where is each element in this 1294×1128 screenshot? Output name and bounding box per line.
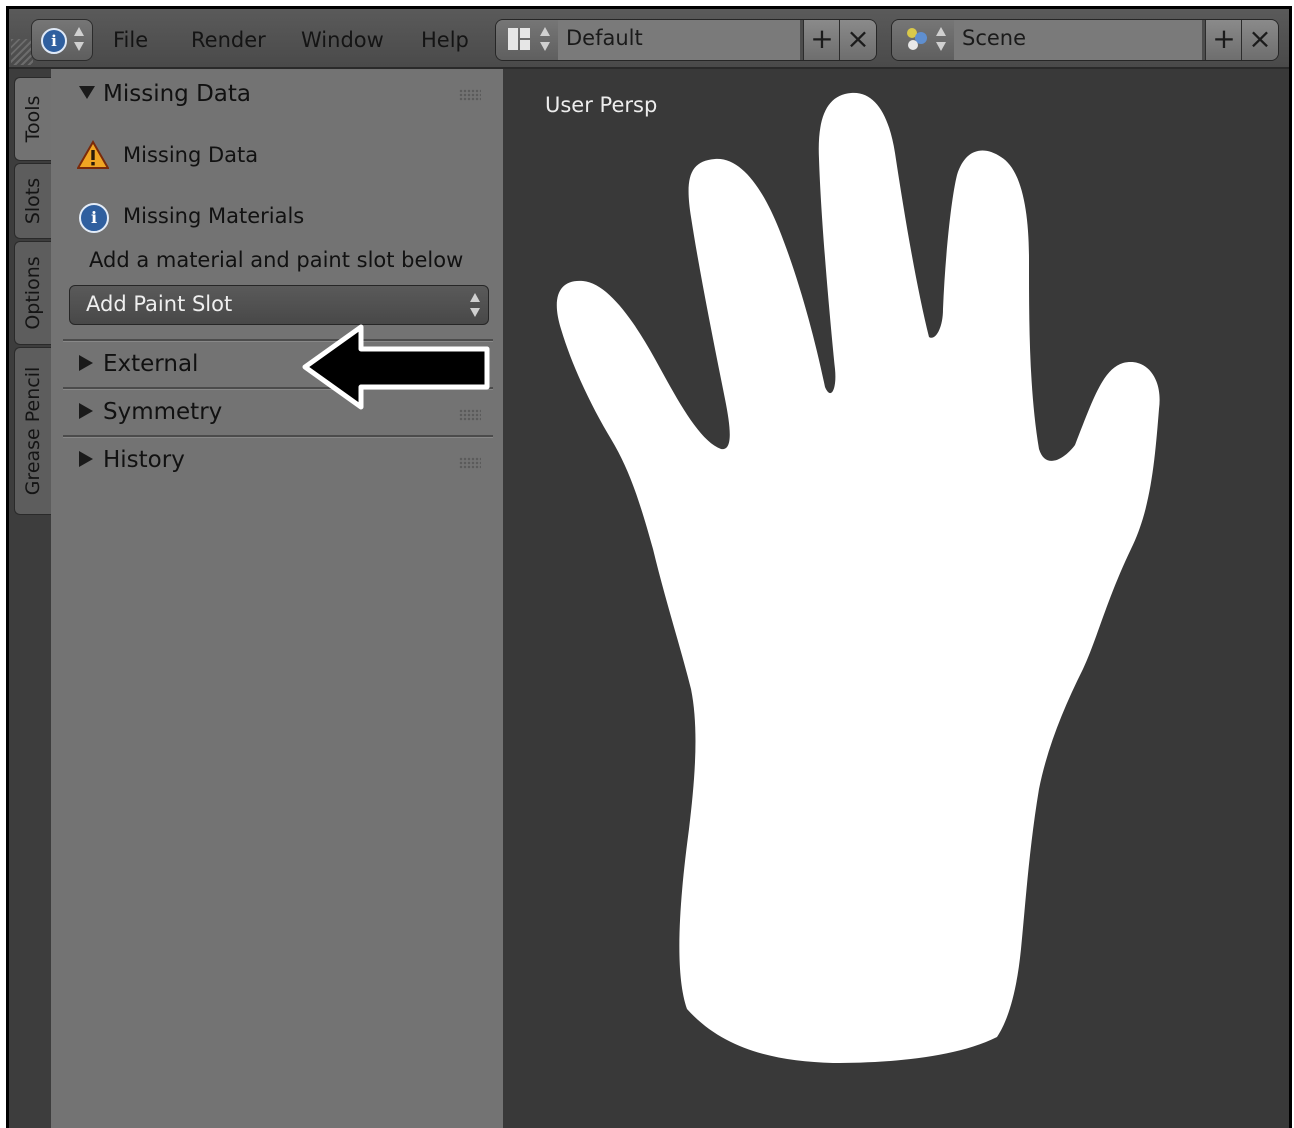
scene-selector[interactable]: Scene + ×: [891, 19, 1279, 61]
3d-viewport[interactable]: User Persp: [503, 69, 1289, 1128]
updown-arrows-icon: [74, 27, 84, 53]
info-icon: i: [79, 203, 109, 233]
scene-browse-button[interactable]: [892, 20, 955, 60]
collapsed-triangle-icon: [79, 403, 93, 419]
screen-layout-browse-button[interactable]: [496, 20, 559, 60]
updown-arrows-icon: [470, 293, 480, 319]
missing-materials-label: Missing Materials: [123, 204, 305, 228]
menu-help[interactable]: Help: [421, 28, 469, 52]
tab-slots[interactable]: Slots: [14, 163, 51, 239]
add-paint-slot-button[interactable]: Add Paint Slot: [69, 285, 489, 325]
expanded-triangle-icon: [79, 86, 95, 99]
screen-layout-icon: [508, 28, 532, 50]
screen-layout-selector[interactable]: Default + ×: [495, 19, 877, 61]
close-icon: ×: [1248, 22, 1272, 55]
collapsed-triangle-icon: [79, 355, 93, 371]
history-panel-header[interactable]: History: [79, 447, 185, 473]
annotation-arrow-icon: [302, 324, 490, 410]
tab-options[interactable]: Options: [14, 241, 51, 345]
tab-grease-pencil[interactable]: Grease Pencil: [14, 347, 51, 515]
add-scene-button[interactable]: +: [1205, 20, 1242, 60]
updown-arrows-icon: [540, 27, 550, 53]
menu-render[interactable]: Render: [191, 28, 266, 52]
updown-arrows-icon: [936, 27, 946, 53]
add-layout-button[interactable]: +: [803, 20, 840, 60]
drag-handle-icon[interactable]: [459, 89, 481, 101]
collapsed-triangle-icon: [79, 451, 93, 467]
screen-layout-name[interactable]: Default: [566, 26, 643, 50]
hint-text: Add a material and paint slot below: [89, 248, 464, 272]
info-header: i File Render Window Help Default + × Sc…: [9, 9, 1289, 69]
scene-name[interactable]: Scene: [962, 26, 1026, 50]
missing-data-panel-header[interactable]: Missing Data: [79, 81, 251, 107]
info-icon: i: [41, 28, 67, 54]
plus-icon: +: [810, 22, 834, 55]
menu-window[interactable]: Window: [301, 28, 384, 52]
toolshelf-tabs: Tools Slots Options Grease Pencil: [9, 69, 51, 1128]
close-icon: ×: [846, 22, 870, 55]
symmetry-panel-header[interactable]: Symmetry: [79, 399, 222, 425]
delete-scene-button[interactable]: ×: [1241, 20, 1278, 60]
drag-handle-icon[interactable]: [459, 457, 481, 469]
area-split-grip[interactable]: [11, 39, 33, 65]
tab-tools[interactable]: Tools: [14, 77, 51, 161]
missing-data-warning-label: Missing Data: [123, 143, 259, 167]
blender-window: i File Render Window Help Default + × Sc…: [6, 6, 1292, 1128]
hand-mesh[interactable]: [503, 69, 1289, 1128]
tool-shelf-panel: Missing Data Missing Data i Missing Mate…: [51, 69, 503, 1128]
editor-type-button[interactable]: i: [31, 19, 93, 61]
delete-layout-button[interactable]: ×: [839, 20, 876, 60]
external-panel-header[interactable]: External: [79, 351, 198, 377]
plus-icon: +: [1212, 22, 1236, 55]
warning-icon: [77, 140, 109, 169]
menu-file[interactable]: File: [113, 28, 148, 52]
scene-icon: [907, 28, 927, 50]
